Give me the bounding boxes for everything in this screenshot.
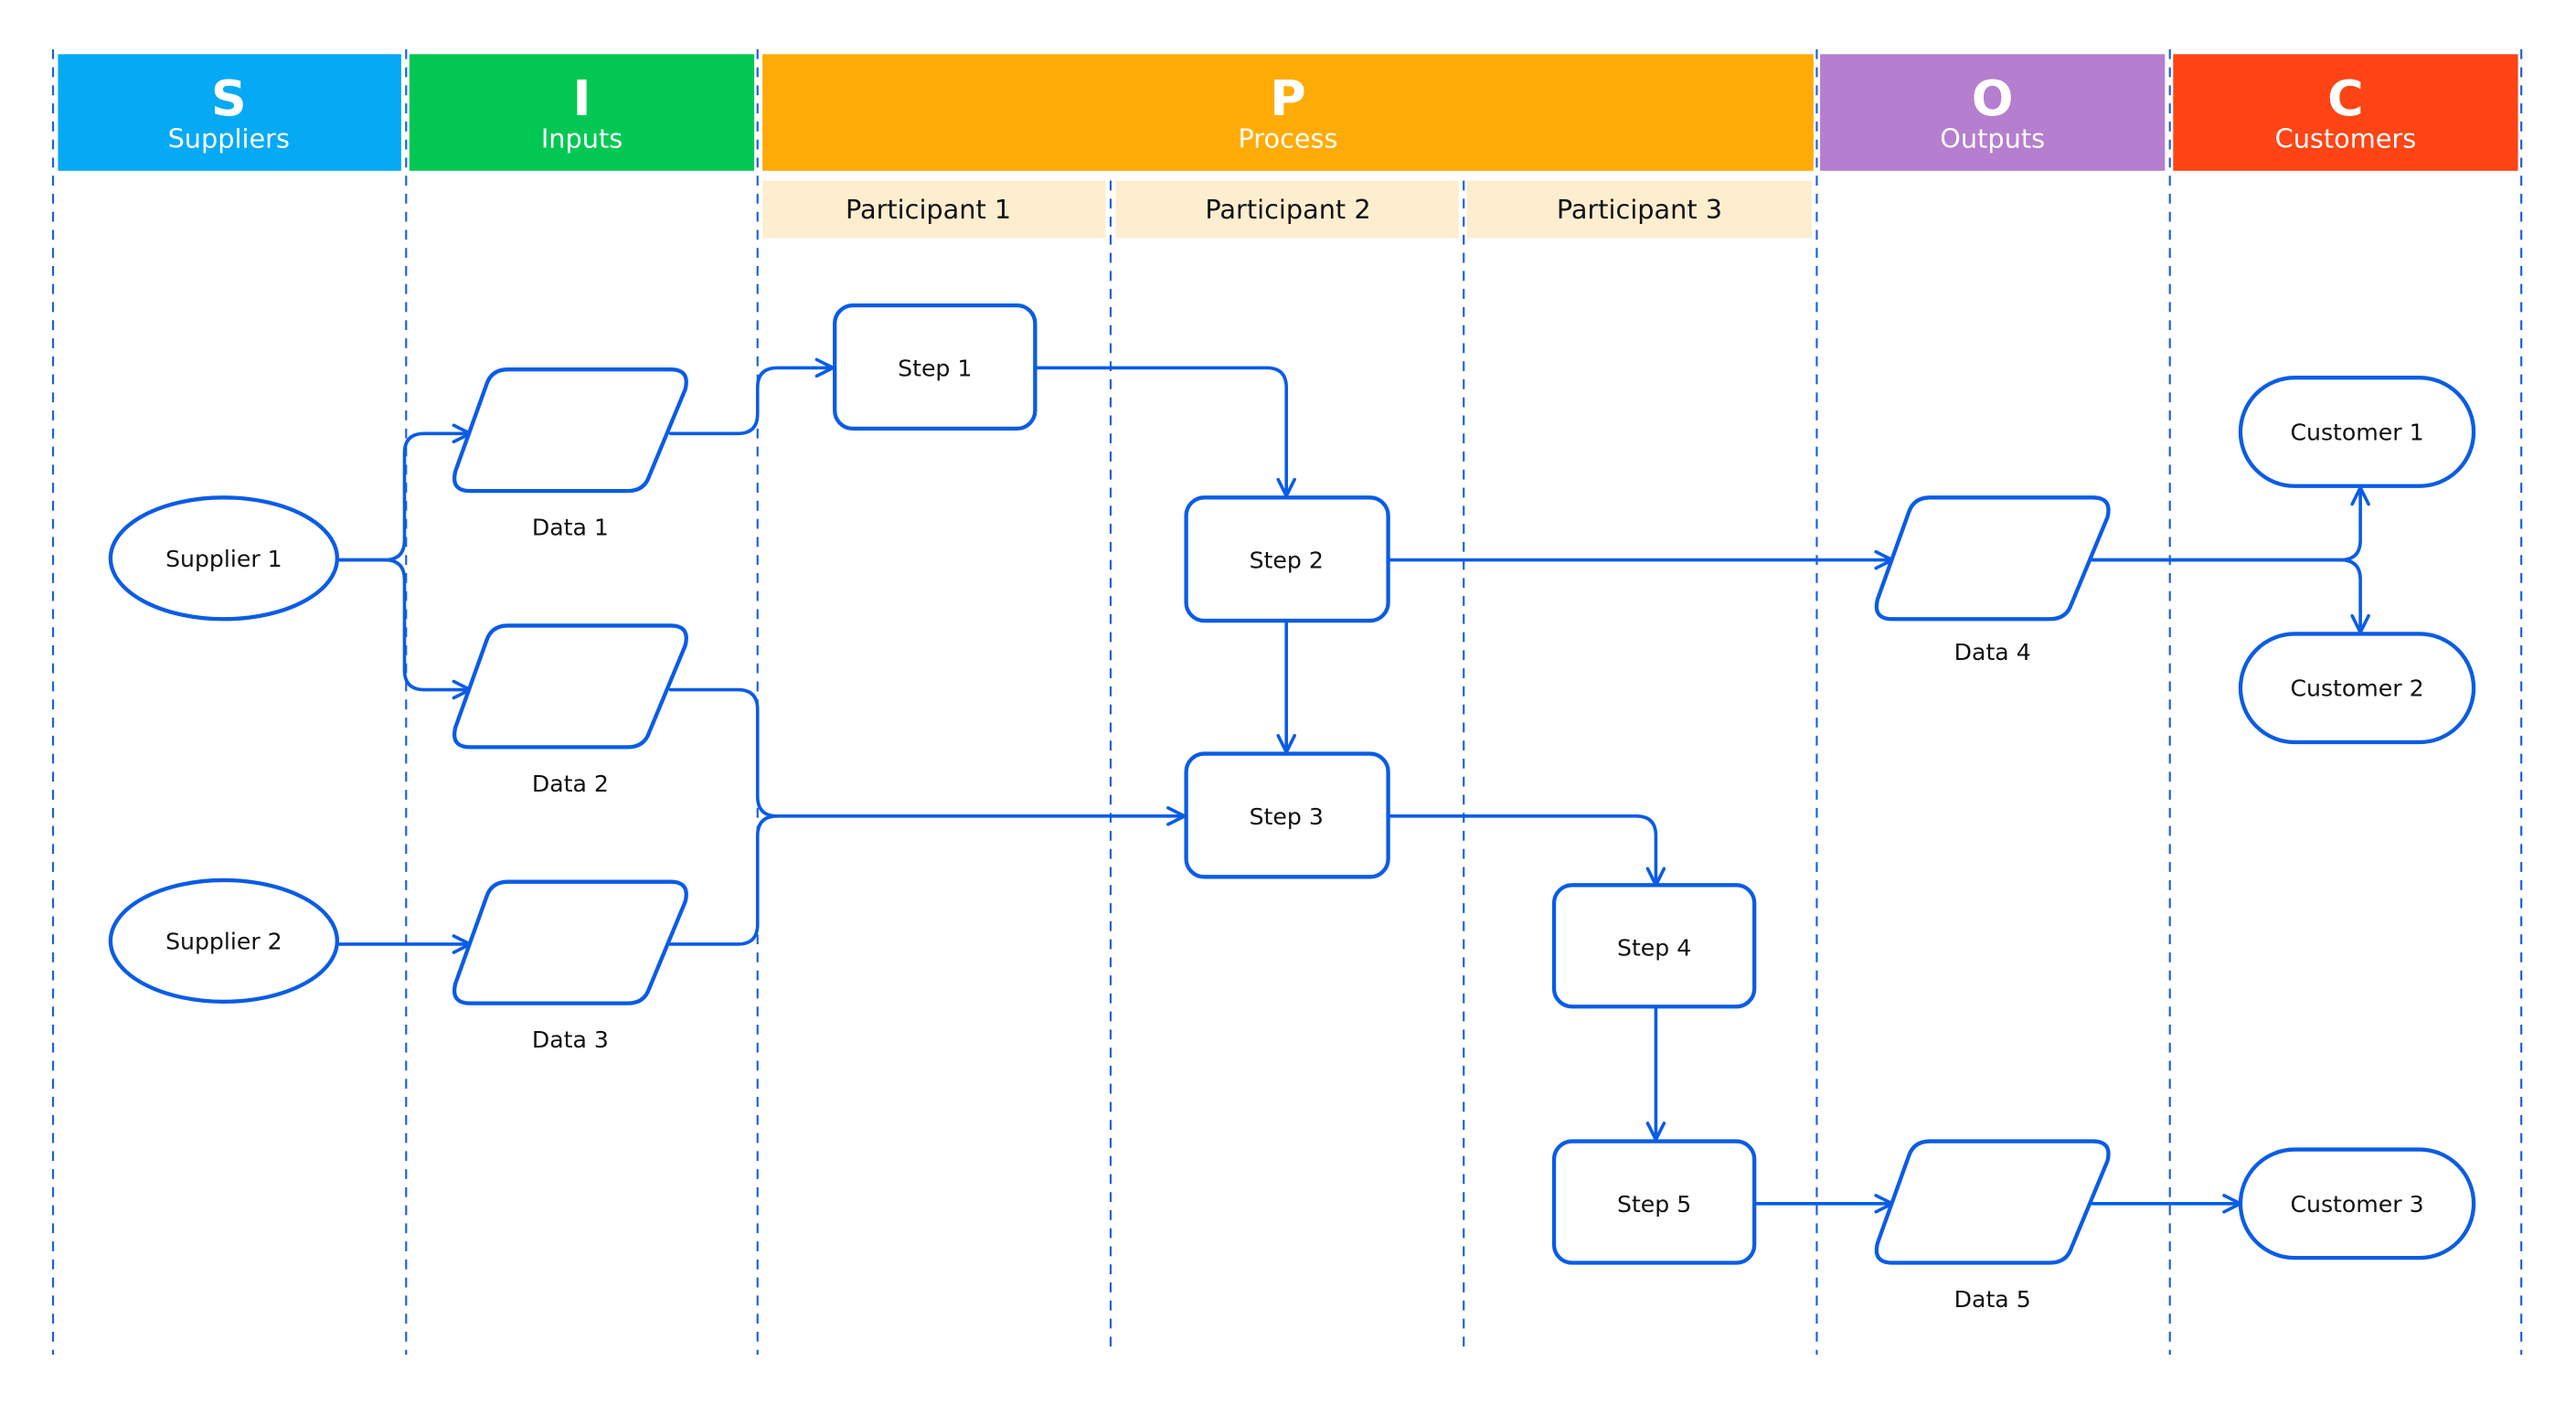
header-letter: I xyxy=(572,69,591,127)
edge-data3-step3[interactable] xyxy=(668,814,780,946)
edge-supplier1-data1[interactable] xyxy=(335,423,473,562)
node-label: Data 1 xyxy=(532,515,609,541)
node-data-3[interactable]: Data 3 xyxy=(452,879,688,1053)
edge-data4-customer1[interactable] xyxy=(2091,485,2370,562)
parallelogram-shape xyxy=(1874,495,2111,622)
node-label: Data 5 xyxy=(1954,1286,2031,1313)
node-supplier-2[interactable]: Supplier 2 xyxy=(108,878,339,1005)
node-customer-2[interactable]: Customer 2 xyxy=(2238,632,2476,745)
edge-data4-customer2[interactable] xyxy=(2091,558,2370,634)
header-letter: O xyxy=(1972,69,2014,127)
participant-header-1: Participant 1 xyxy=(762,180,1106,239)
sipoc-diagram: S Suppliers I Inputs P Process O Outputs… xyxy=(51,48,2523,1356)
participant-header-2: Participant 2 xyxy=(1115,180,1459,239)
node-label: Step 1 xyxy=(898,355,972,381)
column-header-process: P Process xyxy=(762,54,1814,171)
node-step-4[interactable]: Step 4 xyxy=(1551,883,1757,1009)
header-label: Process xyxy=(1238,123,1337,154)
node-data-4[interactable]: Data 4 xyxy=(1874,495,2111,665)
edge-data1-step1[interactable] xyxy=(668,357,836,436)
node-customer-3[interactable]: Customer 3 xyxy=(2238,1147,2476,1260)
node-label: Customer 1 xyxy=(2290,419,2423,445)
parallelogram-shape xyxy=(452,879,688,1005)
node-data-1[interactable]: Data 1 xyxy=(452,367,688,541)
node-step-1[interactable]: Step 1 xyxy=(833,303,1038,431)
column-header-outputs: O Outputs xyxy=(1820,54,2166,171)
header-label: Outputs xyxy=(1940,123,2045,154)
participant-header-3: Participant 3 xyxy=(1466,180,1813,239)
node-label: Customer 2 xyxy=(2290,675,2423,702)
header-label: Suppliers xyxy=(168,123,290,154)
header-label: Inputs xyxy=(541,123,623,154)
header-letter: S xyxy=(211,69,247,127)
column-header-suppliers: S Suppliers xyxy=(58,54,401,171)
node-label: Step 5 xyxy=(1617,1191,1691,1218)
header-letter: P xyxy=(1270,69,1306,127)
column-header-customers: C Customers xyxy=(2173,54,2518,171)
parallelogram-shape xyxy=(452,367,688,494)
node-step-2[interactable]: Step 2 xyxy=(1184,495,1390,623)
participant-label: Participant 1 xyxy=(846,194,1011,225)
node-label: Supplier 2 xyxy=(165,928,282,954)
node-customer-1[interactable]: Customer 1 xyxy=(2238,376,2476,488)
node-label: Data 3 xyxy=(532,1026,609,1053)
header-letter: C xyxy=(2327,69,2364,127)
node-step-5[interactable]: Step 5 xyxy=(1551,1139,1757,1265)
edge-step1-step2[interactable] xyxy=(1033,366,1296,498)
column-header-inputs: I Inputs xyxy=(409,54,755,171)
edge-supplier1-data2[interactable] xyxy=(335,558,473,700)
node-label: Data 2 xyxy=(532,771,609,797)
edge-data2-step3[interactable] xyxy=(668,687,1187,826)
node-label: Step 2 xyxy=(1250,548,1324,574)
node-label: Data 4 xyxy=(1954,639,2031,665)
parallelogram-shape xyxy=(452,623,688,750)
node-label: Customer 3 xyxy=(2290,1191,2423,1218)
node-label: Step 3 xyxy=(1250,803,1324,830)
edge-step3-step4[interactable] xyxy=(1386,814,1666,888)
node-data-2[interactable]: Data 2 xyxy=(452,623,688,797)
node-data-5[interactable]: Data 5 xyxy=(1874,1139,2111,1313)
node-supplier-1[interactable]: Supplier 1 xyxy=(108,495,339,622)
node-label: Supplier 1 xyxy=(165,546,282,572)
participant-label: Participant 2 xyxy=(1205,194,1370,225)
parallelogram-shape xyxy=(1874,1139,2111,1265)
participant-label: Participant 3 xyxy=(1557,194,1722,225)
node-step-3[interactable]: Step 3 xyxy=(1184,751,1390,879)
node-label: Step 4 xyxy=(1617,935,1691,962)
header-label: Customers xyxy=(2275,123,2417,154)
